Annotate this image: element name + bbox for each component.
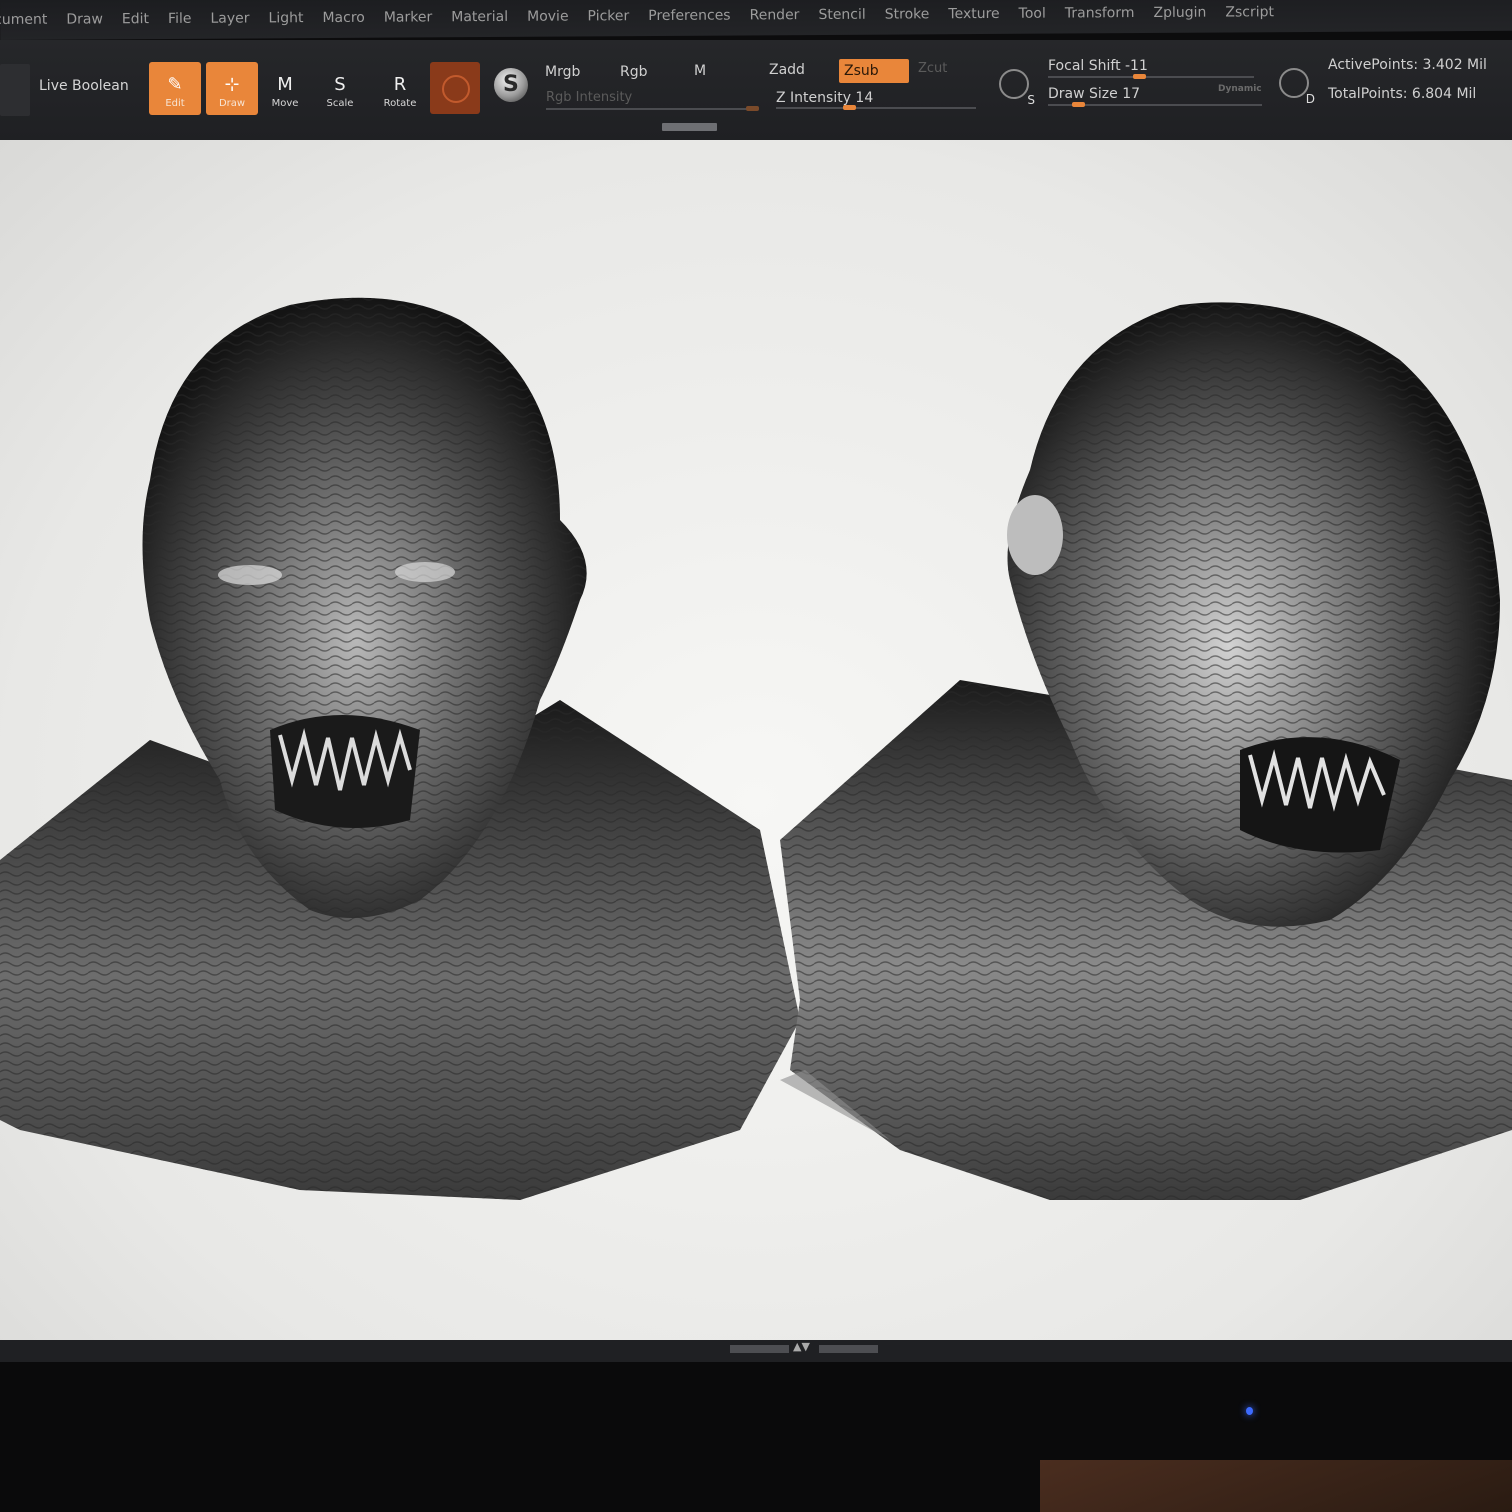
collapse-arrows-icon[interactable]: ▲▼: [793, 1340, 810, 1353]
menu-file[interactable]: File: [168, 11, 192, 27]
left-bust-model: [0, 297, 800, 1200]
menu-layer[interactable]: Layer: [210, 10, 249, 26]
brush-sphere-icon[interactable]: S: [494, 68, 528, 102]
right-bust-ear: [1007, 495, 1063, 575]
menu-zscript[interactable]: Zscript: [1225, 4, 1274, 20]
edit-button[interactable]: ✎ Edit: [149, 62, 201, 115]
focal-shift-track[interactable]: [1048, 76, 1254, 78]
dynamic-toggle[interactable]: Dynamic: [1218, 84, 1262, 94]
shelf-collapse-handle[interactable]: [662, 123, 717, 131]
edit-icon: ✎: [167, 74, 183, 95]
rotate-button[interactable]: R Rotate: [374, 62, 426, 115]
top-shelf: Live Boolean ✎ Edit ⊹ Draw M Move S Scal…: [0, 40, 1512, 140]
draw-button[interactable]: ⊹ Draw: [206, 62, 258, 115]
rotate-label: Rotate: [383, 98, 417, 109]
draw-size-slider[interactable]: Draw Size 17: [1048, 86, 1140, 102]
scale-button[interactable]: S Scale: [314, 62, 366, 115]
shelf-left-button[interactable]: [0, 64, 30, 116]
edit-label: Edit: [165, 98, 185, 109]
sculpt-models: [0, 297, 1512, 1200]
rgb-intensity-track[interactable]: [546, 108, 758, 110]
lazy-mouse-icon[interactable]: S: [999, 69, 1035, 107]
menu-transform[interactable]: Transform: [1065, 5, 1135, 21]
menu-picker[interactable]: Picker: [587, 8, 629, 24]
move-icon: M: [277, 74, 293, 95]
scale-icon: S: [334, 74, 346, 95]
menu-zplugin[interactable]: Zplugin: [1153, 5, 1206, 21]
active-points-readout: ActivePoints: 3.402 Mil: [1328, 57, 1487, 73]
menu-movie[interactable]: Movie: [527, 9, 569, 25]
rgb-intensity-slider[interactable]: Rgb Intensity: [546, 90, 632, 105]
total-points-readout: TotalPoints: 6.804 Mil: [1328, 86, 1477, 102]
menu-texture[interactable]: Texture: [948, 6, 999, 22]
menu-stencil[interactable]: Stencil: [818, 7, 865, 23]
rgb-intensity-handle[interactable]: [746, 106, 759, 111]
document-canvas[interactable]: [0, 140, 1512, 1340]
menu-document[interactable]: cument: [0, 12, 47, 28]
zsub-button[interactable]: Zsub: [839, 59, 909, 83]
dynamic-draw-icon[interactable]: D: [1279, 68, 1315, 106]
draw-icon: ⊹: [224, 74, 240, 95]
scale-label: Scale: [326, 98, 354, 109]
live-boolean-button[interactable]: Live Boolean: [39, 78, 129, 94]
material-ring-icon: [442, 75, 470, 103]
power-led-icon: [1246, 1407, 1253, 1415]
menu-edit[interactable]: Edit: [122, 11, 149, 27]
bottom-shelf: ▲▼: [0, 1340, 1512, 1362]
z-intensity-handle[interactable]: [843, 105, 856, 110]
menu-macro[interactable]: Macro: [322, 10, 364, 26]
right-bust-model: [780, 302, 1512, 1200]
move-button[interactable]: M Move: [259, 62, 311, 115]
zcut-button[interactable]: Zcut: [918, 61, 947, 76]
rgb-button[interactable]: Rgb: [620, 64, 648, 80]
m-button[interactable]: M: [694, 63, 706, 79]
rotate-icon: R: [393, 74, 407, 95]
z-intensity-slider[interactable]: Z Intensity 14: [776, 90, 873, 106]
left-bust-eye: [395, 562, 455, 582]
menu-material[interactable]: Material: [451, 9, 508, 25]
z-intensity-track[interactable]: [776, 107, 976, 109]
mrgb-button[interactable]: Mrgb: [545, 64, 580, 80]
menu-light[interactable]: Light: [268, 10, 303, 26]
menu-bar: cument Draw Edit File Layer Light Macro …: [0, 0, 1512, 40]
zadd-button[interactable]: Zadd: [769, 62, 805, 78]
icon-s-label: S: [1027, 93, 1035, 107]
desk-surface: [1040, 1460, 1512, 1512]
menu-stroke[interactable]: Stroke: [885, 6, 930, 22]
menu-render[interactable]: Render: [750, 7, 800, 23]
draw-size-handle[interactable]: [1072, 102, 1085, 107]
focal-shift-handle[interactable]: [1133, 74, 1146, 79]
menu-tool[interactable]: Tool: [1019, 6, 1046, 22]
menu-draw[interactable]: Draw: [66, 11, 103, 27]
move-label: Move: [271, 98, 299, 109]
menu-marker[interactable]: Marker: [384, 9, 433, 25]
stroke-s-glyph: S: [503, 72, 519, 97]
left-bust-eye: [218, 565, 282, 585]
draw-label: Draw: [218, 98, 246, 109]
icon-d-label: D: [1305, 92, 1315, 106]
material-swatch[interactable]: [430, 62, 480, 114]
menu-preferences[interactable]: Preferences: [648, 8, 730, 25]
focal-shift-slider[interactable]: Focal Shift -11: [1048, 58, 1148, 74]
